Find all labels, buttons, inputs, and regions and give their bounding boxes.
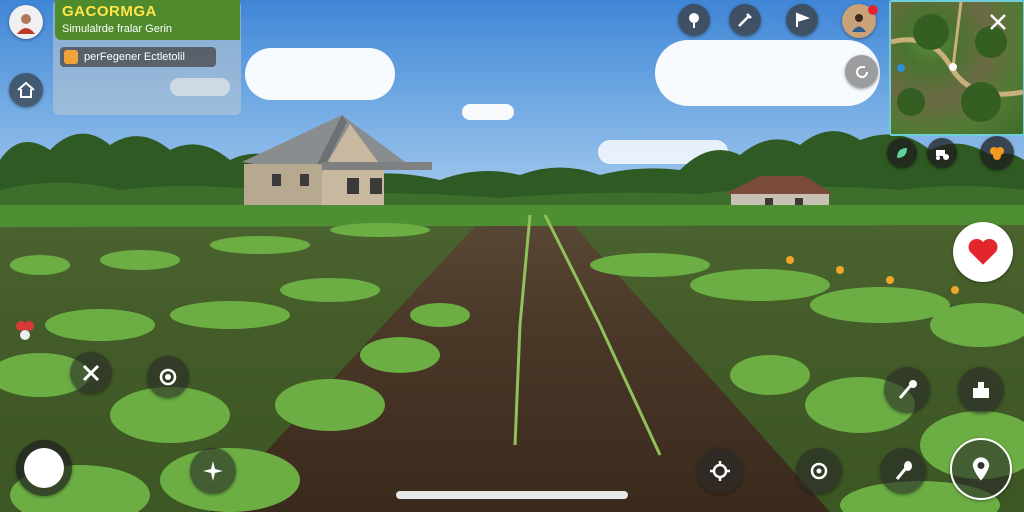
target-icon (159, 368, 177, 386)
hoe-icon (898, 380, 917, 399)
gear-button[interactable] (796, 448, 842, 494)
flag-button[interactable] (786, 4, 818, 36)
tractor-button[interactable] (927, 138, 957, 168)
shovel-icon (895, 461, 912, 480)
target-button[interactable] (147, 356, 189, 398)
item-marker[interactable] (8, 312, 42, 346)
home-button[interactable] (9, 73, 43, 107)
refresh-icon (855, 65, 868, 78)
heart-icon (968, 238, 998, 265)
cloud (462, 104, 514, 120)
seed-icon (897, 148, 907, 158)
flag-icon (796, 12, 811, 27)
joystick-knob (24, 448, 64, 488)
player-avatar[interactable] (9, 5, 43, 39)
tool-button[interactable] (729, 4, 761, 36)
game-title: GACORMGA (62, 3, 157, 20)
player-profile-button[interactable] (842, 4, 878, 38)
favorite-button[interactable] (953, 222, 1013, 282)
joystick-button[interactable] (16, 440, 72, 496)
hoe-button[interactable] (884, 367, 930, 413)
inventory-button[interactable] (958, 367, 1004, 413)
harvest-icon (990, 147, 1004, 160)
tool-icon (738, 13, 752, 27)
farmhouse (242, 115, 432, 212)
settings-button[interactable] (697, 448, 743, 494)
quest-icon (64, 50, 78, 64)
cancel-icon (82, 364, 100, 382)
cloud (245, 48, 395, 100)
player-profile-icon (852, 14, 866, 32)
minimap-close-button[interactable] (983, 7, 1013, 37)
location-button[interactable] (950, 438, 1012, 500)
refresh-button[interactable] (845, 55, 878, 88)
avatar-icon (17, 14, 35, 34)
harvest-button[interactable] (980, 136, 1014, 170)
game-subtitle: Simulalrde fralar Gerin (62, 23, 173, 35)
quest-label: perFegener Ectletolil (84, 51, 185, 63)
map-pin-button[interactable] (678, 4, 710, 36)
treeline (0, 131, 1024, 215)
sparkle-icon (203, 461, 223, 481)
crop-rows (0, 205, 1024, 512)
inventory-icon (973, 382, 989, 398)
sparkle-button[interactable] (190, 448, 236, 494)
tractor-icon (936, 150, 949, 160)
seed-button[interactable] (887, 138, 917, 168)
house-icon (17, 81, 35, 98)
map-pin-icon (689, 13, 699, 28)
settings-icon (710, 461, 730, 481)
shovel-button[interactable] (880, 448, 926, 494)
close-icon (990, 14, 1006, 30)
notification-dot (868, 5, 878, 15)
cancel-button[interactable] (70, 352, 112, 394)
berry-icon (16, 321, 34, 340)
home-indicator[interactable] (396, 491, 628, 499)
location-icon (972, 457, 990, 481)
gear-icon (810, 462, 828, 480)
